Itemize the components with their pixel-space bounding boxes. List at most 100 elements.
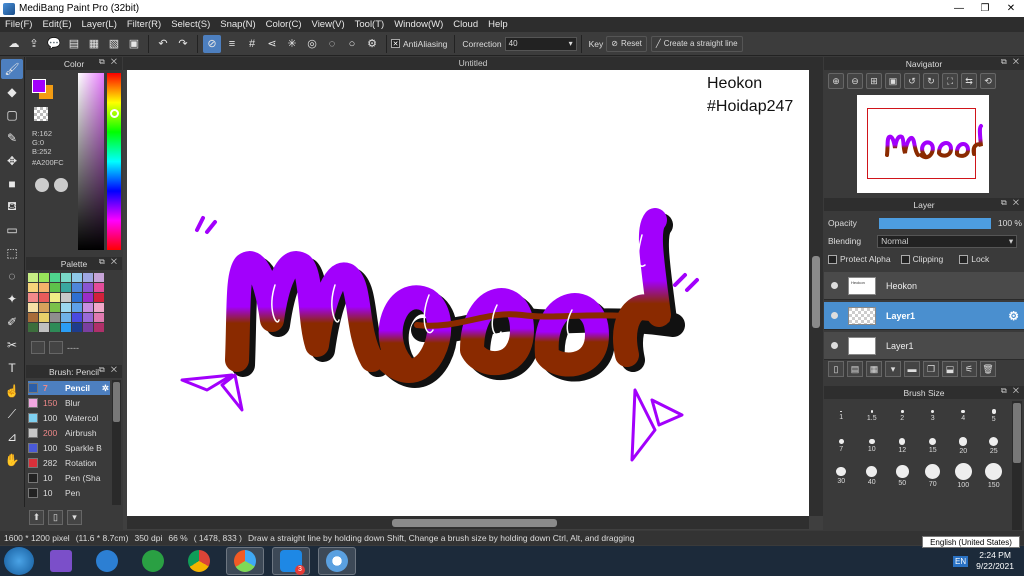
zoom-in-icon[interactable]: ⊕ xyxy=(828,73,844,89)
brush-item[interactable]: 10 Pen xyxy=(28,486,110,500)
brush-list-scrollbar[interactable] xyxy=(112,380,121,505)
taskbar-app-coccoc[interactable] xyxy=(226,547,264,575)
palette-swatch[interactable] xyxy=(94,323,104,332)
palette-swatch[interactable] xyxy=(39,313,49,322)
palette-swatch[interactable] xyxy=(50,313,60,322)
horizontal-scrollbar[interactable] xyxy=(127,516,809,529)
rect-fill-tool-icon[interactable]: ■ xyxy=(1,174,23,194)
brush-size-cell[interactable]: 150 xyxy=(979,461,1010,491)
drawing-canvas[interactable]: Heokon #Hoidap247 xyxy=(127,70,809,516)
brush-item[interactable]: 7 Pencil ✲ xyxy=(28,381,110,395)
visibility-icon[interactable] xyxy=(831,342,838,349)
lasso-tool-icon[interactable]: ◌ xyxy=(1,266,23,286)
brush-item[interactable]: 200 Airbrush xyxy=(28,426,110,440)
select-tool-icon[interactable]: ⬚ xyxy=(1,243,23,263)
cloud-icon[interactable]: ☁ xyxy=(5,35,23,53)
palette-swatch[interactable] xyxy=(39,323,49,332)
taskbar-app-chrome[interactable] xyxy=(180,547,218,575)
rotate-left-icon[interactable]: ↺ xyxy=(904,73,920,89)
palette-swatch[interactable] xyxy=(94,293,104,302)
brush-item[interactable]: 150 Blur xyxy=(28,396,110,410)
zoom-fit-icon[interactable]: ⊞ xyxy=(866,73,882,89)
actual-size-icon[interactable]: ▣ xyxy=(885,73,901,89)
move-tool-icon[interactable]: ✥ xyxy=(1,151,23,171)
menu-select[interactable]: Select(S) xyxy=(166,19,215,30)
palette-swatch[interactable] xyxy=(94,313,104,322)
layer-row[interactable]: Heokon Heokon xyxy=(824,272,1024,300)
taskbar-app-zalo[interactable]: 3 xyxy=(272,547,310,575)
folder-icon[interactable]: ▬ xyxy=(904,361,920,377)
palette-swatch[interactable] xyxy=(50,323,60,332)
antialiasing-checkbox[interactable]: ✕ xyxy=(391,39,400,48)
palette-swatch[interactable] xyxy=(83,313,93,322)
snap-vanishing-icon[interactable]: ⋖ xyxy=(263,35,281,53)
brush-size-cell[interactable]: 3 xyxy=(918,401,949,431)
protect-alpha-checkbox[interactable] xyxy=(828,254,837,264)
magic-wand-tool-icon[interactable]: ✦ xyxy=(1,289,23,309)
share-icon[interactable]: ⇪ xyxy=(25,35,43,53)
taskbar-app-shell[interactable] xyxy=(134,547,172,575)
menu-view[interactable]: View(V) xyxy=(307,19,350,30)
palette-swatch[interactable] xyxy=(83,273,93,282)
snap-settings-icon[interactable]: ⚙ xyxy=(363,35,381,53)
brush-size-cell[interactable]: 10 xyxy=(857,431,888,461)
palette-swatch[interactable] xyxy=(83,293,93,302)
palette-swatch[interactable] xyxy=(83,303,93,312)
lock-checkbox[interactable] xyxy=(959,254,969,264)
brush-size-cell[interactable]: 20 xyxy=(948,431,979,461)
brush-item[interactable]: 100 Sparkle B xyxy=(28,441,110,455)
layer-settings-icon[interactable]: ⚟ xyxy=(961,361,977,377)
brush-item[interactable]: 10 Pen (Sha xyxy=(28,471,110,485)
bucket-tool-icon[interactable]: ⛾ xyxy=(1,197,23,217)
palette-swatch[interactable] xyxy=(50,293,60,302)
layer-row[interactable]: Layer1 xyxy=(824,332,1024,360)
menu-cloud[interactable]: Cloud xyxy=(448,19,483,30)
page-icon[interactable]: ▦ xyxy=(85,35,103,53)
redo-icon[interactable]: ↷ xyxy=(174,35,192,53)
color-mixer-icon[interactable] xyxy=(54,178,68,192)
straight-line-button[interactable]: ╱ Create a straight line xyxy=(650,35,743,52)
palette-swatch[interactable] xyxy=(61,323,71,332)
merge-down-icon[interactable]: ⬓ xyxy=(942,361,958,377)
palette-swatch[interactable] xyxy=(50,303,60,312)
brush-size-cell[interactable]: 2 xyxy=(887,401,918,431)
brush-size-cell[interactable]: 100 xyxy=(948,461,979,491)
palette-swatch[interactable] xyxy=(28,313,38,322)
grid-toggle-icon[interactable]: ▣ xyxy=(125,35,143,53)
menu-snap[interactable]: Snap(N) xyxy=(215,19,260,30)
brush-size-cell[interactable]: 30 xyxy=(826,461,857,491)
manage-icon[interactable]: ▧ xyxy=(105,35,123,53)
delete-layer-icon[interactable]: 🗑 xyxy=(980,361,996,377)
undo-icon[interactable]: ↶ xyxy=(154,35,172,53)
palette-swatch[interactable] xyxy=(61,313,71,322)
select-pen-tool-icon[interactable]: ✐ xyxy=(1,312,23,332)
hand-tool-icon[interactable]: ✋ xyxy=(1,450,23,470)
color-wheel-icon[interactable] xyxy=(35,178,49,192)
add-palette-icon[interactable] xyxy=(31,341,45,354)
hue-slider-knob[interactable] xyxy=(110,109,119,118)
brush-tool-icon[interactable]: 🖌 xyxy=(1,59,23,79)
palette-swatch[interactable] xyxy=(72,293,82,302)
divide-tool-icon[interactable]: ⊿ xyxy=(1,427,23,447)
palette-swatch[interactable] xyxy=(28,293,38,302)
palette-swatch[interactable] xyxy=(94,273,104,282)
brush-item[interactable]: 282 Rotation xyxy=(28,456,110,470)
brush-size-cell[interactable]: 5 xyxy=(979,401,1010,431)
language-indicator[interactable]: EN xyxy=(953,555,969,567)
minimize-button[interactable]: — xyxy=(946,0,972,17)
palette-swatch[interactable] xyxy=(94,303,104,312)
new-8bit-layer-icon[interactable]: ▦ xyxy=(866,361,882,377)
brush-size-cell[interactable]: 7 xyxy=(826,431,857,461)
taskbar-app-medibang[interactable] xyxy=(318,547,356,575)
menu-help[interactable]: Help xyxy=(483,19,513,30)
taskbar-app-internet-explorer[interactable] xyxy=(88,547,126,575)
palette-swatch[interactable] xyxy=(28,323,38,332)
opacity-slider[interactable] xyxy=(878,217,991,229)
palette-swatch[interactable] xyxy=(72,283,82,292)
brush-size-cell[interactable]: 50 xyxy=(887,461,918,491)
vertical-scrollbar[interactable] xyxy=(809,70,823,516)
palette-swatch[interactable] xyxy=(72,273,82,282)
panel-controls-icon[interactable]: ⧉ ✕ xyxy=(1001,57,1021,67)
canvas-tab[interactable]: Untitled xyxy=(123,57,823,70)
brush-size-cell[interactable]: 25 xyxy=(979,431,1010,461)
